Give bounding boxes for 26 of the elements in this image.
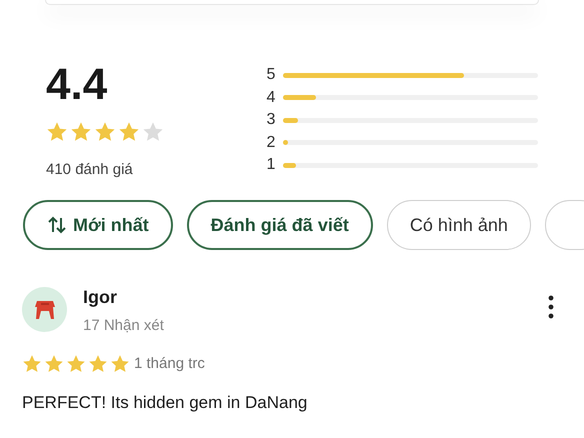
sort-icon [47, 215, 67, 235]
review-time: 1 tháng trc [134, 354, 205, 374]
star-icon [46, 121, 68, 143]
star-icon [118, 121, 140, 143]
star-icon [88, 354, 108, 374]
star-icon [44, 354, 64, 374]
star-icon [66, 354, 86, 374]
review-text: PERFECT! Its hidden gem in DaNang [22, 392, 308, 414]
filter-chip[interactable]: Có hình ảnh [386, 200, 531, 250]
reviewer-review-count: 17 Nhận xét [83, 316, 165, 336]
star-icon [110, 354, 130, 374]
review-count: 410 đánh giá [46, 160, 134, 180]
filter-chip[interactable]: Đánh giá đã viết [186, 200, 373, 250]
rating-value: 4.4 [46, 63, 108, 107]
star-icon [94, 121, 116, 143]
star-icon [22, 354, 42, 374]
star-level-label: 2 [266, 132, 276, 153]
sort-chip[interactable]: Mới nhất [23, 200, 173, 250]
star-icon [70, 121, 92, 143]
reviewer-name: Igor [83, 287, 118, 309]
more-options-icon[interactable] [548, 295, 554, 319]
star-icon [142, 121, 164, 143]
star-level-label: 3 [266, 110, 276, 130]
star-level-label: 1 [266, 155, 276, 176]
star-level-label: 4 [266, 88, 276, 108]
star-level-label: 5 [266, 65, 276, 86]
